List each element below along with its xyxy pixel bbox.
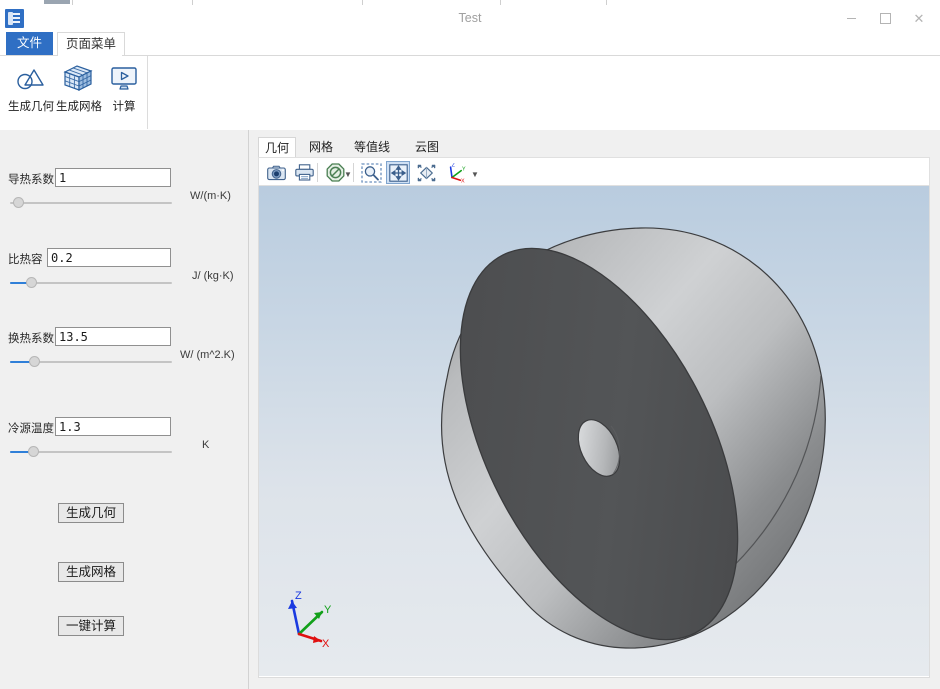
param-label: 比热容 [8, 254, 43, 266]
slider-thumb[interactable] [29, 356, 40, 367]
slider-thumb[interactable] [28, 446, 39, 457]
monitor-run-icon [106, 62, 142, 94]
geometry-shapes-icon [8, 62, 52, 94]
cold-source-temperature-slider[interactable] [10, 445, 172, 458]
svg-text:X: X [461, 178, 465, 183]
ribbon-button-calculate[interactable]: 计算 [106, 62, 142, 114]
viewer-tab-mesh[interactable]: 网格 [302, 137, 340, 157]
close-icon: ✕ [913, 11, 925, 26]
axis-triad-widget: Z Y X [288, 590, 332, 648]
ribbon-tab-file[interactable]: 文件 [6, 32, 53, 55]
cold-source-temperature-input[interactable]: 1.3 [55, 417, 171, 436]
axis-label-y: Y [324, 604, 332, 616]
viewer-panel: 几何 网格 等值线 云图 ▼ Z Y X ▼ Z Y X [249, 130, 940, 689]
slider-thumb[interactable] [26, 277, 37, 288]
viewer-toolbar: ▼ Z Y X ▼ [258, 157, 930, 186]
param-label: 换热系数 [8, 333, 54, 345]
zoom-box-icon [360, 162, 382, 183]
print-button[interactable] [292, 161, 316, 184]
no-entry-icon [326, 163, 344, 182]
ribbon-label: 计算 [112, 101, 136, 113]
ribbon-label: 生成几何 [8, 101, 54, 113]
axis-label-z: Z [295, 590, 302, 602]
svg-text:Z: Z [452, 163, 456, 168]
ribbon-body: 生成几何 生成网格 计算 [0, 55, 940, 131]
printer-icon [294, 164, 314, 181]
thermal-conductivity-slider[interactable] [10, 196, 172, 209]
window-title: Test [458, 11, 482, 25]
thermal-conductivity-input[interactable]: 1 [55, 168, 171, 187]
specific-heat-slider[interactable] [10, 276, 172, 289]
viewer-tab-contour[interactable]: 等值线 [346, 137, 398, 157]
generate-mesh-button[interactable]: 生成网格 [58, 562, 124, 582]
clear-selection-dropdown-icon[interactable]: ▼ [344, 171, 352, 179]
close-button[interactable]: ✕ [902, 5, 936, 32]
generate-geometry-button[interactable]: 生成几何 [58, 503, 124, 523]
param-unit: W/ (m^2.K) [180, 349, 235, 361]
axis-z-arrow [288, 601, 297, 609]
screenshot-button[interactable] [264, 161, 288, 184]
ribbon-button-generate-mesh[interactable]: 生成网格 [56, 62, 102, 114]
minimize-button[interactable] [834, 5, 868, 32]
param-label: 冷源温度 [8, 423, 54, 435]
ribbon-tab-strip: 文件 页面菜单 [0, 32, 940, 56]
viewer-tab-geometry[interactable]: 几何 [258, 137, 296, 157]
view-orientation-button[interactable]: Z Y X [444, 161, 474, 184]
minimize-icon [846, 18, 856, 20]
one-click-compute-button[interactable]: 一键计算 [58, 616, 124, 636]
viewport-3d[interactable]: Z Y X [259, 186, 929, 676]
title-bar[interactable]: Test ✕ [0, 5, 940, 32]
ribbon-group: 生成几何 生成网格 计算 [0, 56, 148, 129]
model-render [440, 227, 826, 649]
heat-transfer-coefficient-slider[interactable] [10, 355, 172, 368]
heat-transfer-coefficient-input[interactable]: 13.5 [55, 327, 171, 346]
axis-label-x: X [322, 638, 330, 648]
ribbon-label: 生成网格 [56, 101, 102, 113]
zoom-to-box-button[interactable] [359, 161, 383, 184]
viewer-tab-strip: 几何 网格 等值线 云图 [258, 137, 930, 157]
param-unit: K [202, 439, 210, 451]
camera-icon [266, 165, 286, 180]
specific-heat-input[interactable]: 0.2 [47, 248, 171, 267]
rotate-button[interactable] [414, 161, 438, 184]
view-orientation-dropdown-icon[interactable]: ▼ [471, 171, 479, 179]
ribbon-button-generate-geometry[interactable]: 生成几何 [8, 62, 54, 114]
toolbar-separator [317, 163, 318, 182]
param-unit: W/(m·K) [190, 190, 231, 202]
bg-tab-marker [44, 0, 70, 4]
axis-triad-icon: Z Y X [449, 163, 466, 183]
maximize-button[interactable] [868, 5, 902, 32]
viewport-frame: Z Y X [258, 186, 930, 678]
param-unit: J/ (kg·K) [192, 270, 234, 282]
rotate-diamond-icon [417, 164, 435, 181]
pan-button[interactable] [386, 161, 410, 184]
slider-track [10, 202, 172, 204]
pan-move-icon [388, 163, 408, 182]
application-window: Test ✕ 文件 页面菜单 生成几何 生成网格 计算 导热系数 1 W/(m·… [0, 0, 940, 689]
svg-text:Y: Y [462, 166, 466, 172]
mesh-cube-icon [56, 62, 100, 94]
slider-thumb[interactable] [13, 197, 24, 208]
maximize-icon [879, 13, 891, 25]
parameters-panel: 导热系数 1 W/(m·K) 比热容 0.2 J/ (kg·K) 换热系数 13… [0, 130, 249, 689]
viewer-tab-cloud-map[interactable]: 云图 [408, 137, 446, 157]
param-label: 导热系数 [8, 174, 54, 186]
ribbon-tab-page-menu[interactable]: 页面菜单 [57, 32, 125, 56]
toolbar-separator [353, 163, 354, 182]
